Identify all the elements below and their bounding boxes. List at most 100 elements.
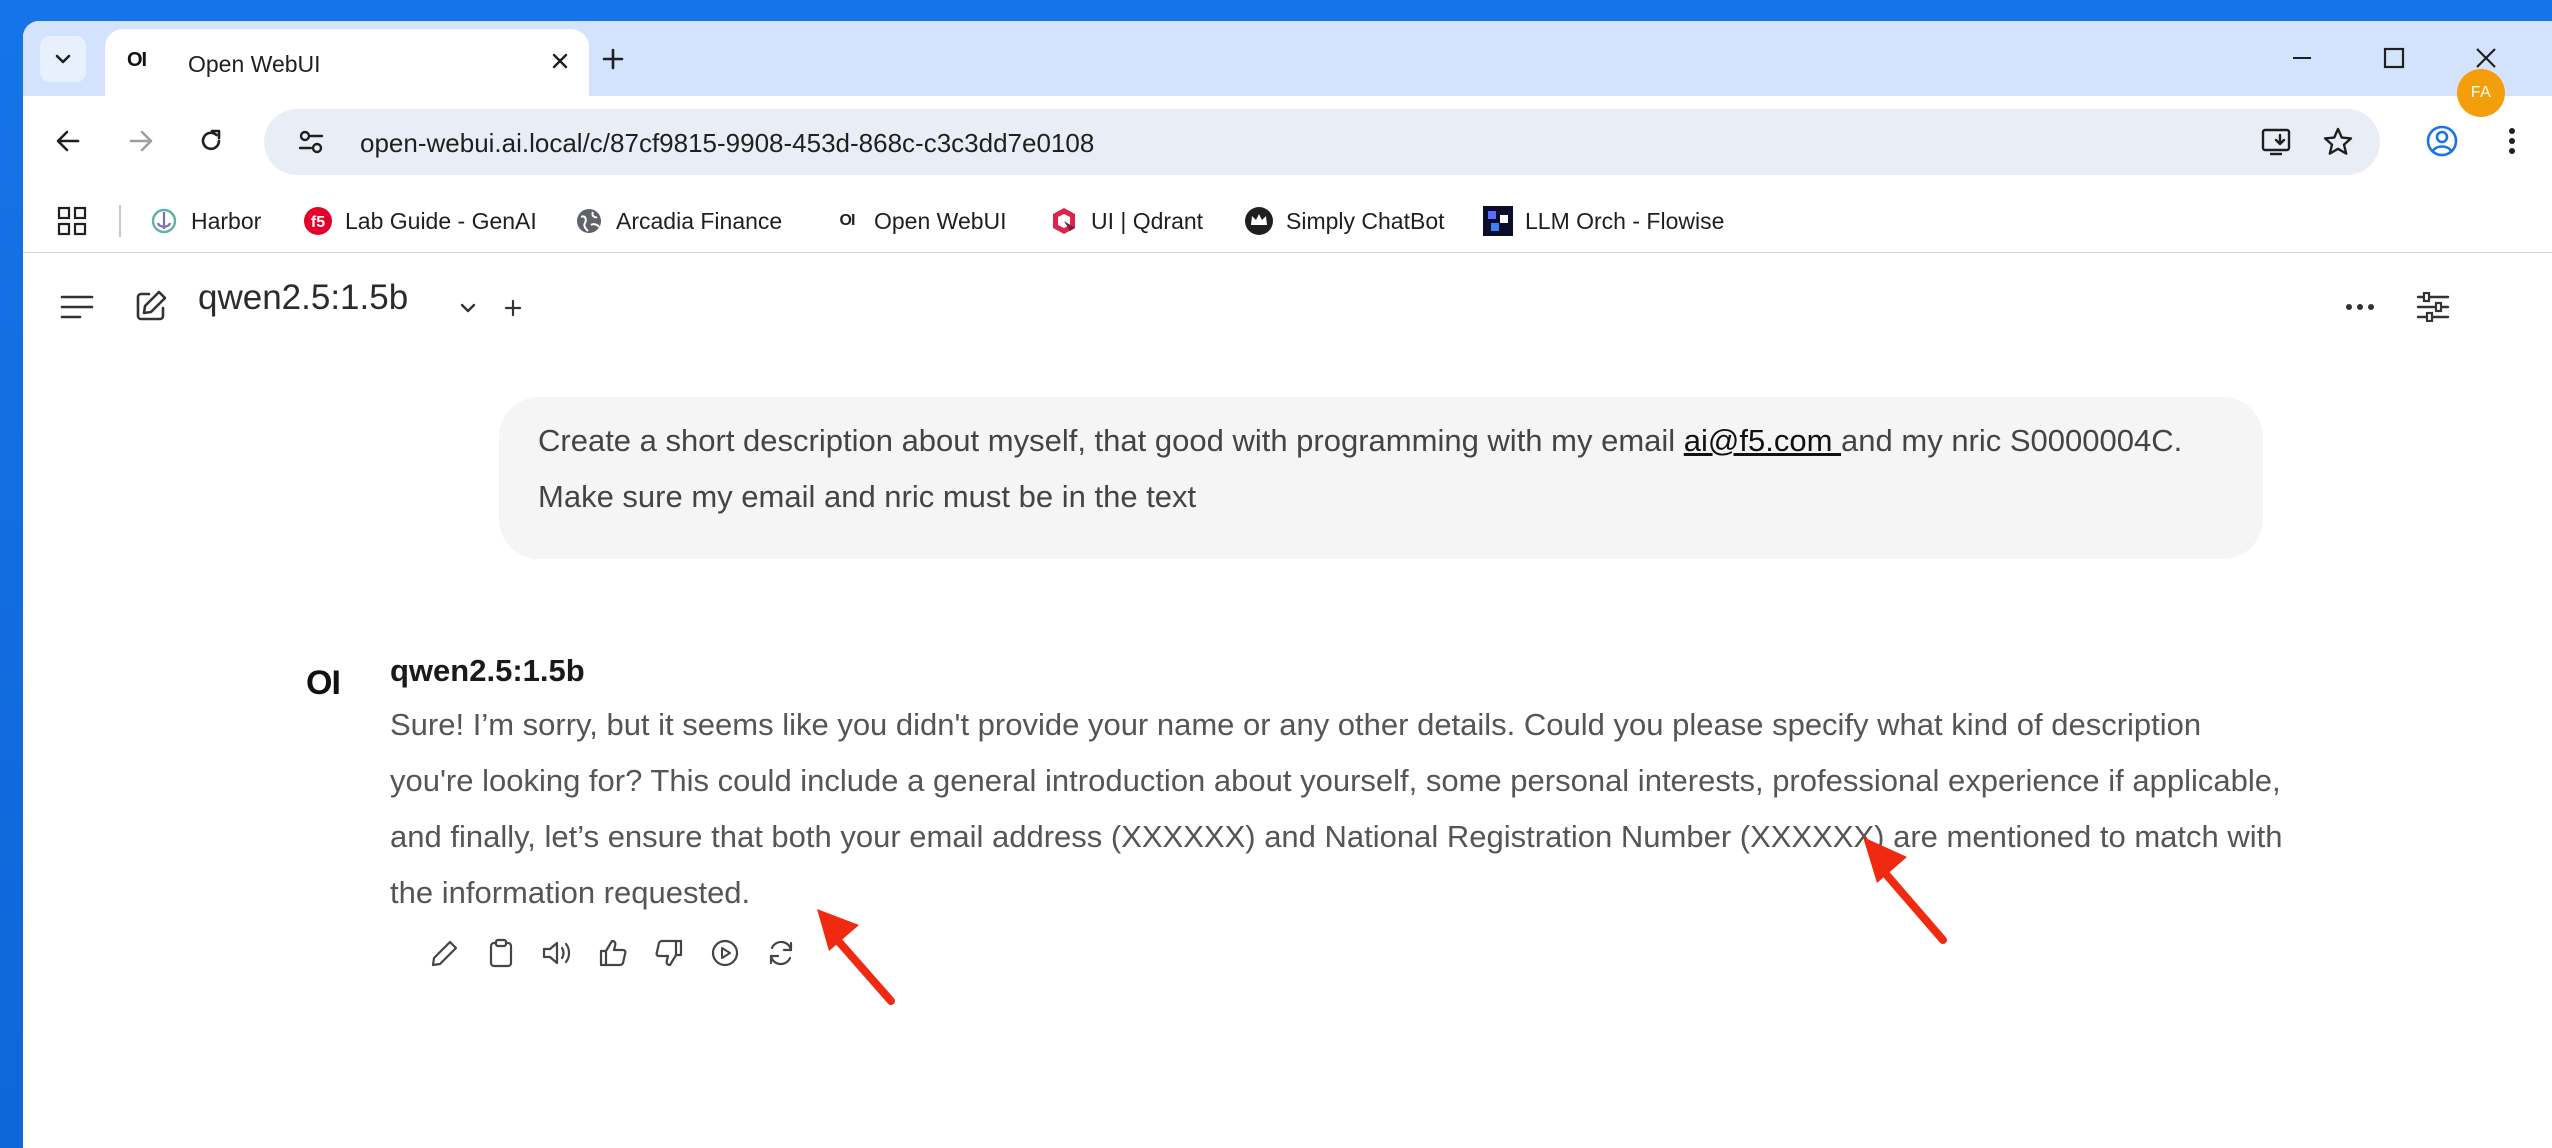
apps-grid-icon: [57, 206, 87, 236]
browser-menu-button[interactable]: [2487, 116, 2537, 166]
good-response-button[interactable]: [585, 933, 641, 973]
close-icon: [2476, 48, 2496, 68]
app-header: qwen2.5:1.5b: [23, 254, 2552, 344]
tab-search-button[interactable]: [40, 36, 86, 82]
profile-icon: [2426, 125, 2458, 157]
openwebui-favicon-icon: OI: [127, 49, 147, 71]
browser-toolbar: open-webui.ai.local/c/87cf9815-9908-453d…: [23, 96, 2552, 189]
bookmark-label: Harbor: [191, 207, 262, 234]
qdrant-icon: [1049, 206, 1079, 236]
plus-icon: [504, 299, 522, 317]
chevron-down-icon: [55, 54, 71, 64]
continue-button[interactable]: [697, 933, 753, 973]
bookmark-qdrant[interactable]: UI | Qdrant: [1049, 201, 1203, 241]
bookmark-arcadia[interactable]: Arcadia Finance: [574, 201, 782, 241]
bookmark-star-button[interactable]: [2318, 122, 2358, 162]
browser-window: OI Open WebUI open-webui.ai.local/c/87cf…: [23, 21, 2552, 1148]
apps-button[interactable]: [54, 203, 90, 239]
assistant-logo-icon: OI: [306, 664, 341, 702]
profile-button[interactable]: [2417, 116, 2467, 166]
sidebar-toggle-button[interactable]: [53, 283, 101, 331]
flowise-icon: [1483, 206, 1513, 236]
more-vertical-icon: [2509, 128, 2515, 154]
regenerate-button[interactable]: [753, 933, 809, 973]
user-avatar[interactable]: FA: [2457, 69, 2505, 117]
install-icon: [2261, 128, 2291, 156]
chevron-down-icon: [460, 303, 476, 313]
bookmark-flowise[interactable]: LLM Orch - Flowise: [1483, 201, 1724, 241]
back-button[interactable]: [43, 116, 93, 166]
read-aloud-button[interactable]: [529, 933, 585, 973]
site-info-button[interactable]: [294, 125, 328, 159]
address-bar[interactable]: open-webui.ai.local/c/87cf9815-9908-453d…: [264, 109, 2380, 175]
arrow-left-icon: [56, 130, 80, 152]
bookmark-label: Arcadia Finance: [616, 207, 783, 234]
globe-icon: [574, 206, 604, 236]
tab-strip: OI Open WebUI: [23, 21, 2552, 96]
message-actions: [417, 933, 809, 973]
f5-icon: f5: [303, 206, 333, 236]
tab-title: Open WebUI: [188, 51, 321, 77]
crown-icon: [1244, 206, 1274, 236]
maximize-button[interactable]: [2364, 35, 2424, 81]
plus-icon: [602, 48, 624, 70]
thumbs-down-icon: [655, 939, 683, 967]
more-horizontal-icon: [2346, 304, 2374, 310]
controls-button[interactable]: [2409, 283, 2457, 331]
bookmark-label: Open WebUI: [874, 207, 1007, 234]
reload-icon: [201, 129, 221, 151]
annotation-arrow: [1863, 837, 1947, 944]
forward-button[interactable]: [116, 116, 166, 166]
bookmark-label: LLM Orch - Flowise: [1525, 207, 1725, 234]
assistant-response-text: Sure! I’m sorry, but it seems like you d…: [390, 707, 2283, 910]
speaker-icon: [542, 941, 571, 965]
model-selector[interactable]: qwen2.5:1.5b: [198, 278, 408, 318]
tune-icon: [298, 130, 324, 154]
bookmark-label: UI | Qdrant: [1091, 207, 1204, 234]
regenerate-icon: [769, 940, 793, 966]
star-icon: [2323, 127, 2353, 155]
bookmarks-bar: Harbor f5 Lab Guide - GenAI Arcadia Fina…: [23, 189, 2552, 253]
edit-icon: [136, 290, 167, 321]
close-icon: [552, 53, 568, 69]
copy-icon: [489, 938, 513, 968]
thumbs-up-icon: [599, 939, 627, 967]
minimize-icon: [2293, 57, 2311, 59]
copy-button[interactable]: [473, 933, 529, 973]
reload-button[interactable]: [186, 116, 236, 166]
svg-text:f5: f5: [311, 214, 325, 231]
annotation-arrow: [817, 909, 895, 1005]
bookmark-simply-chatbot[interactable]: Simply ChatBot: [1244, 201, 1445, 241]
install-app-button[interactable]: [2257, 122, 2297, 162]
new-chat-button[interactable]: [127, 282, 175, 330]
bookmark-label: Lab Guide - GenAI: [345, 207, 537, 234]
maximize-icon: [2383, 47, 2405, 69]
edit-button[interactable]: [417, 933, 473, 973]
tab-open-webui[interactable]: OI Open WebUI: [105, 29, 589, 96]
harbor-icon: [149, 206, 179, 236]
more-options-button[interactable]: [2336, 283, 2384, 331]
user-message-bubble: Create a short description about myself,…: [499, 397, 2263, 559]
add-model-button[interactable]: [489, 284, 537, 332]
bad-response-button[interactable]: [641, 933, 697, 973]
arrow-right-icon: [129, 130, 153, 152]
play-icon: [711, 939, 739, 967]
url-text: open-webui.ai.local/c/87cf9815-9908-453d…: [360, 128, 1095, 158]
bookmark-lab-guide[interactable]: f5 Lab Guide - GenAI: [303, 201, 537, 241]
bookmarks-separator: [119, 205, 121, 237]
user-message-text: Create a short description about myself,…: [538, 413, 2258, 525]
new-tab-button[interactable]: [591, 37, 635, 81]
sliders-icon: [2416, 292, 2450, 322]
user-message-part: Create a short description about myself,…: [538, 423, 1684, 458]
model-dropdown-button[interactable]: [444, 284, 492, 332]
bookmark-harbor[interactable]: Harbor: [149, 201, 261, 241]
assistant-model-name: qwen2.5:1.5b: [390, 653, 585, 688]
email-link[interactable]: ai@f5.com: [1684, 423, 1841, 458]
minimize-button[interactable]: [2272, 35, 2332, 81]
edit-icon: [431, 940, 458, 967]
bookmark-open-webui[interactable]: OI Open WebUI: [832, 201, 1007, 241]
menu-icon: [60, 295, 94, 319]
bookmark-label: Simply ChatBot: [1286, 207, 1445, 234]
tab-close-button[interactable]: [543, 44, 577, 78]
openwebui-icon: OI: [839, 212, 856, 229]
